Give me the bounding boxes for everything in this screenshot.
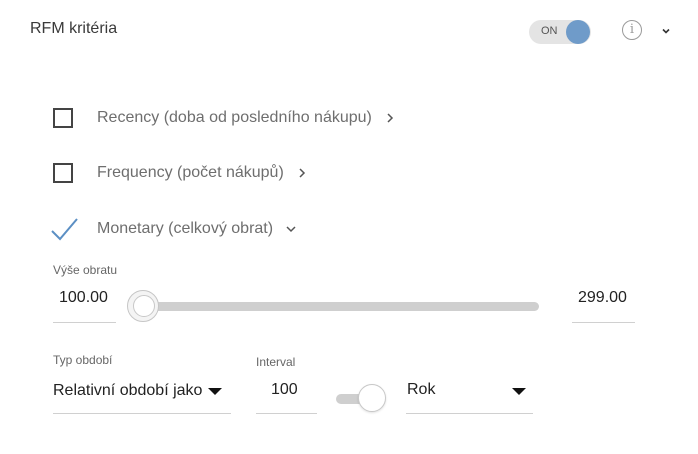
frequency-checkbox[interactable]	[53, 163, 73, 183]
section-title: RFM kritéria	[30, 20, 118, 37]
interval-toggle-knob[interactable]	[358, 384, 386, 412]
period-type-select[interactable]: Relativní období jako	[53, 380, 231, 406]
chevron-right-icon[interactable]	[294, 165, 310, 181]
chevron-down-icon[interactable]	[283, 221, 299, 237]
unit-underline	[406, 413, 533, 414]
rfm-toggle[interactable]: ON	[529, 20, 591, 44]
interval-label: Interval	[256, 355, 296, 369]
interval-input[interactable]: 100	[271, 381, 298, 399]
caret-down-icon	[512, 388, 526, 395]
chevron-down-icon[interactable]	[660, 24, 672, 42]
criterion-monetary[interactable]: Monetary (celkový obrat)	[50, 217, 299, 241]
period-type-label: Typ období	[53, 353, 113, 367]
info-icon[interactable]: i	[622, 20, 642, 40]
period-type-value: Relativní období jako	[53, 382, 203, 399]
toggle-label: ON	[541, 25, 558, 37]
criterion-label: Recency (doba od posledního nákupu)	[97, 109, 372, 126]
range-slider-track[interactable]	[147, 302, 539, 311]
range-slider-thumb[interactable]	[127, 290, 159, 322]
unit-select[interactable]: Rok	[406, 380, 533, 406]
toggle-knob[interactable]	[566, 20, 590, 44]
unit-value: Rok	[407, 381, 436, 398]
min-value-input[interactable]: 100.00	[59, 289, 108, 307]
recency-checkbox[interactable]	[53, 108, 73, 128]
max-value-underline	[572, 322, 635, 323]
criterion-recency[interactable]: Recency (doba od posledního nákupu)	[53, 106, 398, 130]
criterion-label: Monetary (celkový obrat)	[97, 220, 274, 237]
caret-down-icon	[208, 388, 222, 395]
checkmark-icon[interactable]	[50, 216, 80, 242]
max-value-input[interactable]: 299.00	[578, 289, 627, 307]
chevron-right-icon[interactable]	[382, 110, 398, 126]
criterion-frequency[interactable]: Frequency (počet nákupů)	[53, 161, 310, 185]
criterion-label: Frequency (počet nákupů)	[97, 164, 284, 181]
range-label: Výše obratu	[53, 263, 118, 277]
period-type-underline	[53, 413, 231, 414]
min-value-underline	[53, 322, 116, 323]
interval-underline	[256, 413, 317, 414]
